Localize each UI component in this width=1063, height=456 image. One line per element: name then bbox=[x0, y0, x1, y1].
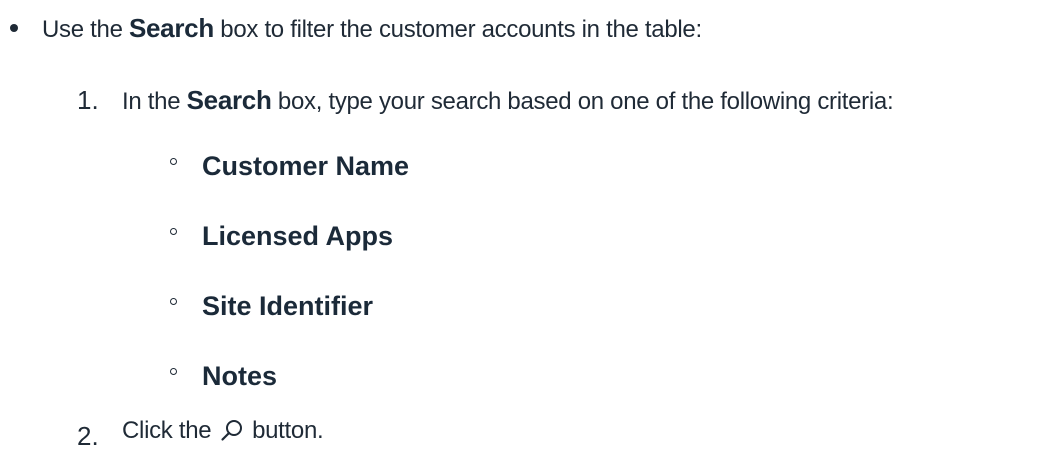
criteria-item-site-identifier: Site Identifier bbox=[202, 291, 374, 321]
step-2-number: 2. bbox=[77, 421, 99, 451]
step-1-number: 1. bbox=[77, 85, 99, 115]
criteria-item-customer-name: Customer Name bbox=[202, 151, 410, 181]
intro-suffix: box to filter the customer accounts in t… bbox=[213, 16, 702, 43]
criteria-bullet bbox=[170, 368, 177, 375]
step-1-suffix: box, type your search based on one of th… bbox=[271, 88, 894, 115]
step-2-suffix: button. bbox=[245, 417, 324, 444]
criteria-bullet bbox=[170, 158, 177, 165]
step-1-line: In the Search box, type your search base… bbox=[122, 85, 894, 117]
criteria-bullet bbox=[170, 228, 177, 235]
criteria-item-notes: Notes bbox=[202, 361, 278, 391]
step-2-line: Click the button. bbox=[122, 416, 324, 446]
intro-line: Use the Search box to filter the custome… bbox=[42, 13, 702, 45]
criteria-item-licensed-apps: Licensed Apps bbox=[202, 221, 394, 251]
search-icon bbox=[220, 418, 244, 442]
bullet-dot bbox=[10, 24, 18, 32]
intro-prefix: Use the bbox=[42, 16, 129, 43]
intro-bold: Search bbox=[128, 13, 214, 43]
criteria-bullet bbox=[170, 298, 177, 305]
step-2-prefix: Click the bbox=[122, 417, 218, 444]
step-1-prefix: In the bbox=[122, 88, 187, 115]
step-1-bold: Search bbox=[186, 85, 272, 115]
